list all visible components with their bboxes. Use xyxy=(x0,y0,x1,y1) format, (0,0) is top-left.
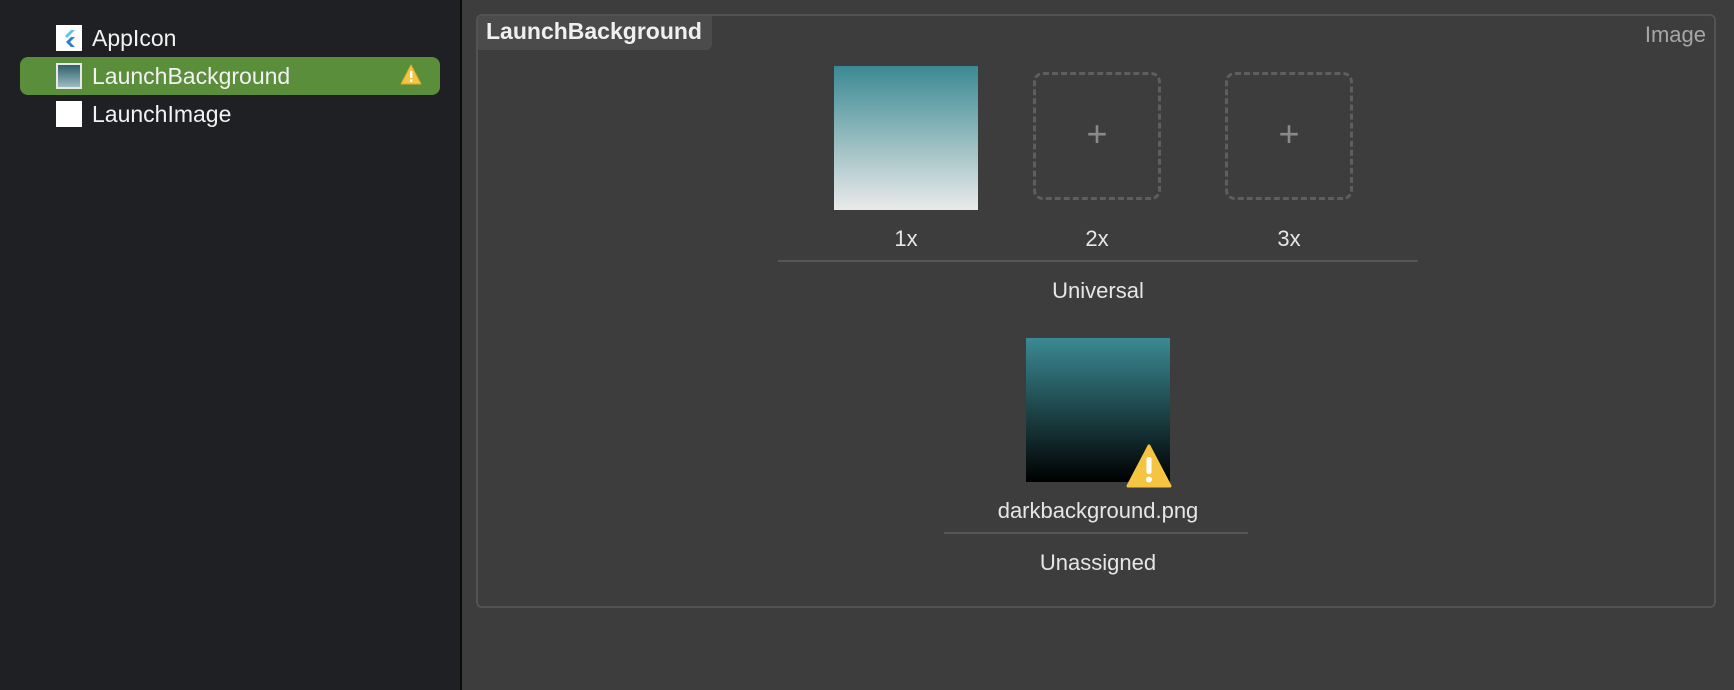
sidebar-item-label: LaunchBackground xyxy=(92,63,291,89)
asset-sidebar: AppIcon LaunchBackground LaunchImage xyxy=(0,0,460,690)
image-set-type-label: Image xyxy=(1644,22,1706,47)
unassigned-group-label: Unassigned xyxy=(1039,550,1157,575)
sidebar-item-label: AppIcon xyxy=(92,25,177,51)
universal-group-label: Universal xyxy=(1052,278,1144,303)
image-slot-1x[interactable] xyxy=(834,66,978,210)
add-icon: + xyxy=(1086,113,1108,154)
warning-icon[interactable] xyxy=(1126,444,1172,493)
scale-label-2x: 2x xyxy=(1085,226,1109,251)
image-thumbnail-icon xyxy=(56,63,82,89)
unassigned-divider xyxy=(944,532,1248,534)
asset-editor: LaunchBackground Image 1x + 2x + 3x Univ… xyxy=(462,0,1734,690)
sidebar-item-launchbackground[interactable]: LaunchBackground xyxy=(20,57,440,95)
sidebar-item-appicon[interactable]: AppIcon xyxy=(20,19,440,57)
image-slot-3x[interactable]: + xyxy=(1225,72,1353,200)
sidebar-item-label: LaunchImage xyxy=(92,101,232,127)
image-set-title[interactable]: LaunchBackground xyxy=(478,16,712,50)
asset-catalog-window: AppIcon LaunchBackground LaunchImage Lau… xyxy=(0,0,1734,690)
flutter-icon xyxy=(56,25,82,51)
blank-thumbnail-icon xyxy=(56,101,82,127)
image-set-panel: LaunchBackground Image 1x + 2x + 3x Univ… xyxy=(476,14,1716,608)
warning-icon[interactable] xyxy=(400,64,422,91)
unassigned-filename: darkbackground.png xyxy=(997,498,1199,523)
universal-divider xyxy=(778,260,1418,262)
sidebar-item-launchimage[interactable]: LaunchImage xyxy=(20,95,440,133)
scale-label-3x: 3x xyxy=(1277,226,1301,251)
add-icon: + xyxy=(1278,113,1300,154)
image-slot-2x[interactable]: + xyxy=(1033,72,1161,200)
scale-label-1x: 1x xyxy=(894,226,918,251)
